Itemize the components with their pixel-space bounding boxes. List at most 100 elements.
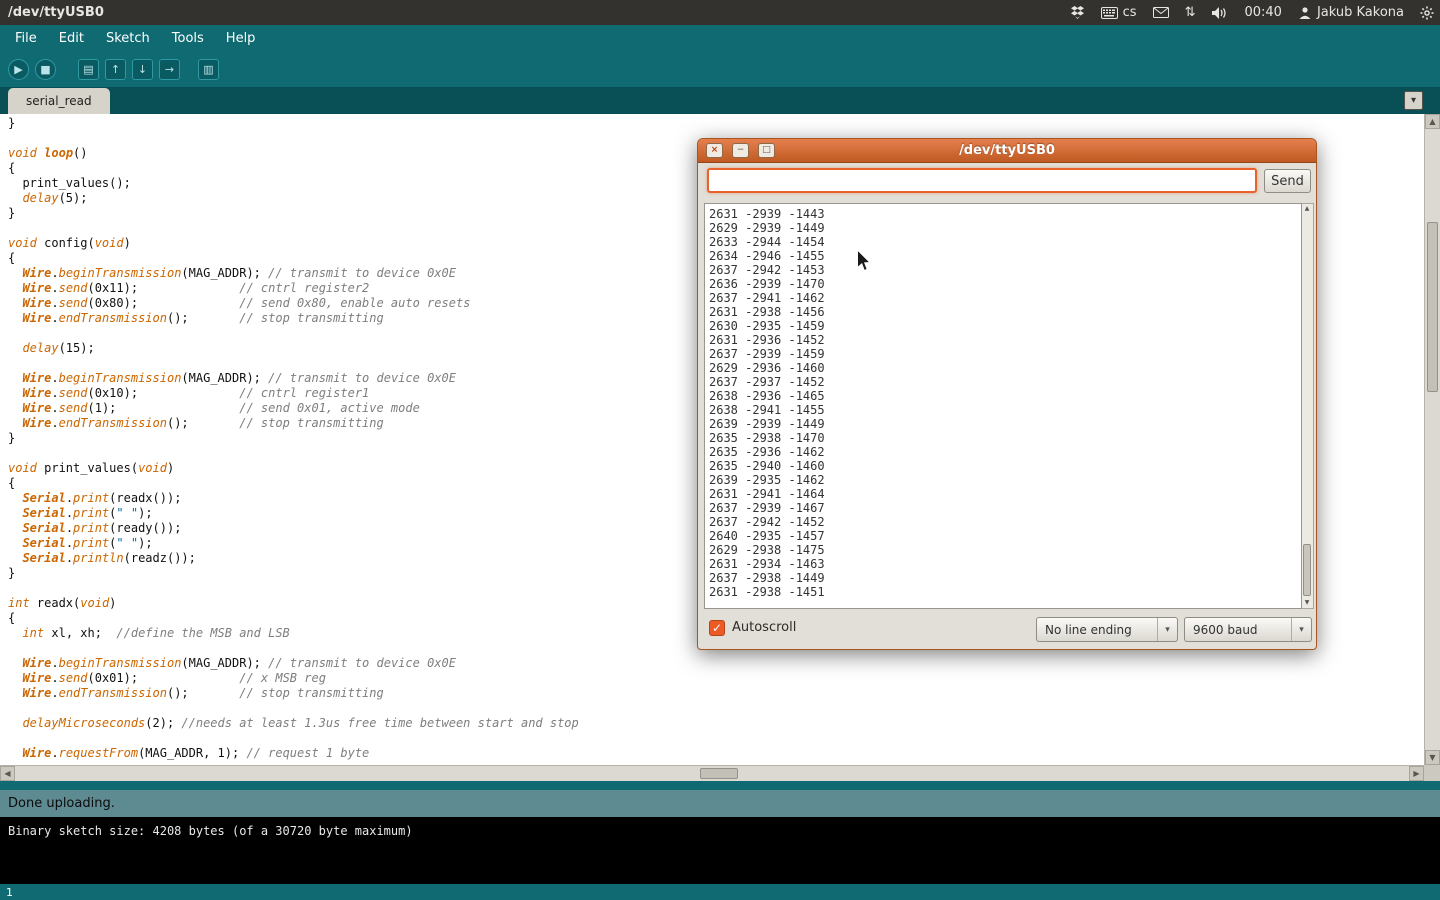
menu-file[interactable]: File (4, 27, 48, 50)
mouse-cursor (856, 249, 872, 273)
system-top-bar: /dev/ttyUSB0 cs ⇅ 00:40 Jakub Kakona (0, 0, 1440, 25)
vertical-scroll-thumb[interactable] (1427, 222, 1438, 392)
upload-icon: → (165, 63, 174, 76)
user-menu-label: Jakub Kakona (1317, 5, 1404, 20)
save-icon: ↓ (138, 63, 147, 76)
editor-vertical-scrollbar[interactable]: ▲ ▼ (1424, 114, 1440, 765)
scroll-left-icon[interactable]: ◀ (0, 766, 15, 781)
editor-horizontal-scrollbar[interactable]: ◀ ▶ (0, 765, 1424, 781)
line-ending-value: No line ending (1037, 623, 1157, 637)
scroll-down-icon[interactable]: ▼ (1302, 598, 1312, 608)
serial-scroll-thumb[interactable] (1303, 544, 1311, 596)
serial-monitor-titlebar[interactable]: × − □ /dev/ttyUSB0 (698, 139, 1316, 163)
scroll-down-icon[interactable]: ▼ (1425, 750, 1440, 765)
menu-tools[interactable]: Tools (161, 27, 215, 50)
serial-monitor-button[interactable]: ▥ (198, 59, 219, 80)
baud-rate-value: 9600 baud (1185, 623, 1291, 637)
tab-serial-read[interactable]: serial_read (8, 88, 110, 114)
serial-output-line: 2629 -2939 -1449 (709, 221, 1301, 235)
network-indicator[interactable]: ⇅ (1185, 6, 1196, 19)
new-button[interactable]: ▤ (78, 59, 99, 80)
status-bar: Done uploading. (0, 790, 1440, 817)
serial-output-line: 2637 -2942 -1453 (709, 263, 1301, 277)
baud-rate-dropdown[interactable]: 9600 baud ▾ (1184, 617, 1312, 642)
serial-monitor-window: × − □ /dev/ttyUSB0 Send 2631 -2939 -1443… (697, 138, 1317, 650)
footer-bar: 1 (0, 884, 1440, 900)
verify-button[interactable]: ▶ (8, 59, 29, 80)
keyboard-icon (1101, 7, 1118, 19)
console-text: Binary sketch size: 4208 bytes (of a 307… (0, 817, 1440, 838)
serial-output: 2631 -2939 -14432629 -2939 -14492633 -29… (704, 203, 1302, 609)
menu-edit[interactable]: Edit (48, 27, 95, 50)
serial-output-line: 2635 -2936 -1462 (709, 445, 1301, 459)
serial-output-text: 2631 -2939 -14432629 -2939 -14492633 -29… (705, 204, 1301, 599)
new-icon: ▤ (83, 63, 93, 76)
serial-output-line: 2631 -2938 -1456 (709, 305, 1301, 319)
stop-button[interactable]: ■ (35, 59, 56, 80)
serial-output-line: 2630 -2935 -1459 (709, 319, 1301, 333)
mail-icon (1153, 7, 1169, 18)
tab-overflow-button[interactable]: ▾ (1404, 91, 1423, 110)
status-divider (0, 781, 1440, 790)
user-menu[interactable]: Jakub Kakona (1298, 5, 1404, 20)
line-number-indicator: 1 (6, 886, 13, 899)
active-window-title: /dev/ttyUSB0 (8, 5, 104, 20)
serial-output-line: 2639 -2939 -1449 (709, 417, 1301, 431)
network-arrows-icon: ⇅ (1185, 6, 1196, 19)
send-button[interactable]: Send (1264, 169, 1311, 193)
serial-output-line: 2636 -2939 -1470 (709, 277, 1301, 291)
upload-button[interactable]: → (159, 59, 180, 80)
gear-icon (1420, 6, 1434, 20)
scroll-up-icon[interactable]: ▲ (1302, 204, 1312, 214)
tab-label: serial_read (26, 94, 92, 108)
system-tray: cs ⇅ 00:40 Jakub Kakona (1070, 0, 1434, 25)
dropbox-indicator[interactable] (1070, 6, 1085, 19)
session-menu[interactable] (1420, 6, 1434, 20)
serial-output-line: 2640 -2935 -1457 (709, 529, 1301, 543)
clock-indicator[interactable]: 00:40 (1244, 5, 1281, 20)
open-icon: ↑ (111, 63, 120, 76)
serial-output-line: 2635 -2938 -1470 (709, 431, 1301, 445)
serial-output-line: 2634 -2946 -1455 (709, 249, 1301, 263)
minimize-button[interactable]: − (732, 143, 749, 158)
serial-output-line: 2631 -2938 -1451 (709, 585, 1301, 599)
serial-output-line: 2635 -2940 -1460 (709, 459, 1301, 473)
serial-output-line: 2637 -2941 -1462 (709, 291, 1301, 305)
serial-output-line: 2639 -2935 -1462 (709, 473, 1301, 487)
serial-output-line: 2638 -2936 -1465 (709, 389, 1301, 403)
scroll-right-icon[interactable]: ▶ (1409, 766, 1424, 781)
chevron-down-icon: ▾ (1291, 618, 1311, 641)
keyboard-layout-indicator[interactable]: cs (1101, 5, 1137, 20)
maximize-button[interactable]: □ (758, 143, 775, 158)
open-button[interactable]: ↑ (105, 59, 126, 80)
stop-icon: ■ (40, 63, 50, 76)
clock-indicator-label: 00:40 (1244, 5, 1281, 20)
serial-monitor-title: /dev/ttyUSB0 (698, 139, 1316, 163)
serial-monitor-icon: ▥ (203, 63, 213, 76)
menu-sketch[interactable]: Sketch (95, 27, 161, 50)
serial-output-line: 2631 -2941 -1464 (709, 487, 1301, 501)
minimize-icon: − (737, 145, 745, 155)
tab-bar: serial_read ▾ (0, 87, 1440, 114)
autoscroll-checkbox[interactable]: ✓ (709, 620, 725, 636)
line-ending-dropdown[interactable]: No line ending ▾ (1036, 617, 1178, 642)
close-button[interactable]: × (706, 143, 723, 158)
maximize-icon: □ (762, 145, 771, 155)
menu-bar: FileEditSketchToolsHelp (0, 25, 1440, 51)
serial-output-line: 2631 -2934 -1463 (709, 557, 1301, 571)
volume-icon (1211, 6, 1228, 20)
volume-indicator[interactable] (1211, 6, 1228, 20)
menu-help[interactable]: Help (215, 27, 267, 50)
scroll-up-icon[interactable]: ▲ (1425, 114, 1440, 129)
autoscroll-label: Autoscroll (732, 620, 796, 635)
dropbox-icon (1070, 6, 1085, 19)
serial-input[interactable] (707, 168, 1257, 193)
serial-output-scrollbar[interactable]: ▲ ▼ (1302, 203, 1314, 609)
serial-output-line: 2637 -2938 -1449 (709, 571, 1301, 585)
serial-output-line: 2631 -2936 -1452 (709, 333, 1301, 347)
status-message: Done uploading. (8, 796, 115, 811)
messages-indicator[interactable] (1153, 7, 1169, 18)
horizontal-scroll-thumb[interactable] (700, 768, 738, 779)
save-button[interactable]: ↓ (132, 59, 153, 80)
serial-monitor-controls: ✓ Autoscroll No line ending ▾ 9600 baud … (698, 617, 1316, 645)
